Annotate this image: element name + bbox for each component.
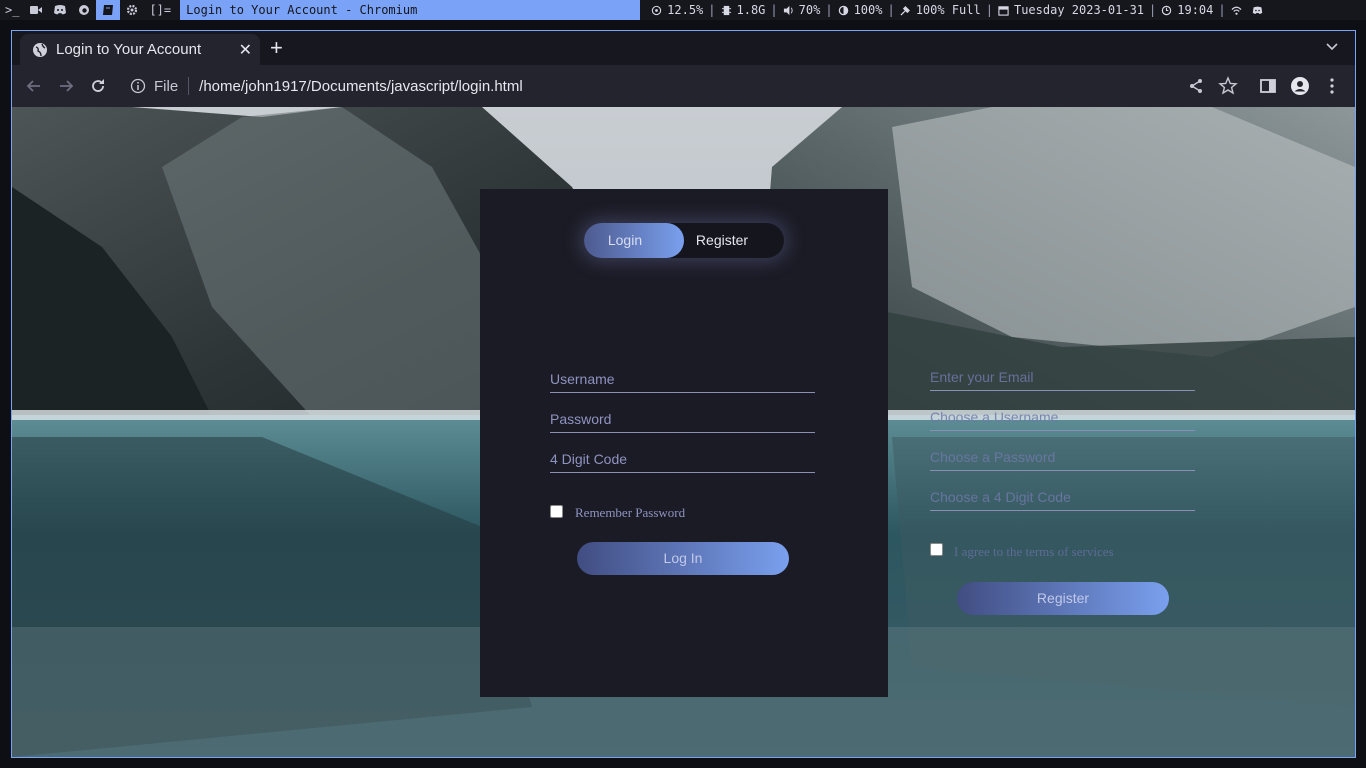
browser-toolbar: File /home/john1917/Documents/javascript…	[12, 65, 1355, 107]
volume-icon	[783, 5, 793, 15]
clock-indicator: 19:04	[1156, 3, 1218, 17]
browser-window: Login to Your Account ✕ + File /home/joh…	[11, 30, 1356, 758]
tab-title: Login to Your Account	[56, 41, 202, 58]
calendar-icon	[998, 5, 1009, 16]
address-separator	[188, 77, 190, 95]
username-field	[550, 367, 815, 393]
brightness-indicator[interactable]: 100%	[833, 3, 888, 17]
side-panel-icon[interactable]	[1258, 76, 1278, 96]
profile-avatar-icon[interactable]	[1290, 76, 1310, 96]
share-icon[interactable]	[1186, 76, 1206, 96]
reg-password-field	[930, 445, 1195, 471]
toggle-register-button[interactable]: Register	[684, 223, 760, 258]
back-arrow-icon[interactable]	[24, 76, 44, 96]
reg-username-field	[930, 405, 1195, 431]
code-field	[550, 447, 815, 473]
separator: |	[825, 3, 833, 17]
memory-indicator: 1.8G	[716, 3, 771, 17]
toggle-login-button[interactable]: Login	[584, 223, 666, 258]
email-input[interactable]	[930, 365, 1195, 389]
reload-icon[interactable]	[88, 76, 108, 96]
reg-username-input[interactable]	[930, 405, 1195, 429]
code-input[interactable]	[550, 447, 815, 471]
clock-value: 19:04	[1177, 3, 1214, 17]
bookmark-star-icon[interactable]	[1218, 76, 1238, 96]
battery-indicator: 100% Full	[895, 3, 986, 17]
workspace-terminal[interactable]: >_	[0, 0, 24, 20]
reg-code-field	[930, 485, 1195, 511]
memory-icon	[721, 5, 731, 15]
clock-icon	[1162, 5, 1172, 15]
separator: |	[887, 3, 895, 17]
form-toggle: Login Register	[584, 223, 784, 258]
brightness-value: 100%	[853, 3, 883, 17]
cpu-value: 12.5%	[667, 3, 704, 17]
file-scheme-label: File	[154, 77, 179, 95]
chevron-down-icon[interactable]	[1325, 39, 1339, 53]
tab-strip: Login to Your Account ✕ +	[12, 31, 1355, 65]
camera-icon	[30, 6, 43, 14]
volume-value: 70%	[798, 3, 821, 17]
password-field	[550, 407, 815, 433]
page-viewport: Login Register Remember Password Log In	[12, 107, 1355, 757]
date-value: Tuesday 2023-01-31	[1013, 3, 1145, 17]
discord-icon	[54, 5, 67, 15]
log-in-button[interactable]: Log In	[577, 542, 789, 575]
book-icon	[103, 5, 114, 15]
focused-window-title: Login to Your Account - Chromium	[180, 0, 641, 20]
terms-checkbox[interactable]	[930, 543, 943, 556]
reg-code-input[interactable]	[930, 485, 1195, 509]
email-field	[930, 365, 1195, 391]
brightness-icon	[838, 5, 848, 15]
layout-indicator[interactable]: []=	[144, 0, 176, 20]
wifi-icon	[1231, 6, 1242, 15]
battery-value: 100% Full	[915, 3, 981, 17]
terms-label: I agree to the terms of services	[954, 544, 1114, 559]
tab-login[interactable]: Login to Your Account ✕	[20, 34, 260, 65]
username-input[interactable]	[550, 367, 815, 391]
separator: |	[708, 3, 716, 17]
close-tab-icon[interactable]: ✕	[239, 40, 252, 60]
memory-value: 1.8G	[736, 3, 766, 17]
separator: |	[770, 3, 778, 17]
cpu-icon	[651, 5, 662, 15]
battery-plug-icon	[900, 5, 910, 16]
info-icon[interactable]	[130, 78, 146, 94]
globe-icon	[33, 42, 47, 57]
url-text[interactable]: /home/john1917/Documents/javascript/logi…	[199, 78, 523, 95]
separator: |	[985, 3, 993, 17]
separator: |	[1149, 3, 1157, 17]
register-button[interactable]: Register	[957, 582, 1169, 615]
kebab-menu-icon[interactable]	[1322, 76, 1342, 96]
workspace-settings[interactable]	[120, 0, 144, 20]
discord-tray[interactable]	[1247, 5, 1268, 16]
date-indicator: Tuesday 2023-01-31	[993, 3, 1149, 17]
system-bar: >_ []= Login to Your Account - Chromium …	[0, 0, 1366, 20]
workspace-camera[interactable]	[24, 0, 48, 20]
reg-password-input[interactable]	[930, 445, 1195, 469]
wifi-indicator[interactable]	[1226, 5, 1247, 16]
password-input[interactable]	[550, 407, 815, 431]
cpu-indicator: 12.5%	[646, 3, 708, 17]
remember-password-checkbox[interactable]	[550, 505, 563, 518]
separator: |	[1218, 3, 1226, 17]
remember-password-label: Remember Password	[575, 505, 686, 520]
workspace-firefox[interactable]	[72, 0, 96, 20]
firefox-icon	[79, 5, 90, 15]
volume-indicator[interactable]: 70%	[778, 3, 826, 17]
discord-tray-icon	[1252, 6, 1262, 14]
new-tab-button[interactable]: +	[270, 34, 283, 62]
gear-icon	[127, 4, 138, 16]
login-card: Login Register Remember Password Log In	[480, 189, 888, 697]
register-form: I agree to the terms of services Registe…	[888, 107, 1288, 757]
address-bar[interactable]: File /home/john1917/Documents/javascript…	[130, 71, 523, 101]
forward-arrow-icon[interactable]	[56, 76, 76, 96]
workspace-discord[interactable]	[48, 0, 72, 20]
workspace-chromium[interactable]	[96, 0, 121, 20]
